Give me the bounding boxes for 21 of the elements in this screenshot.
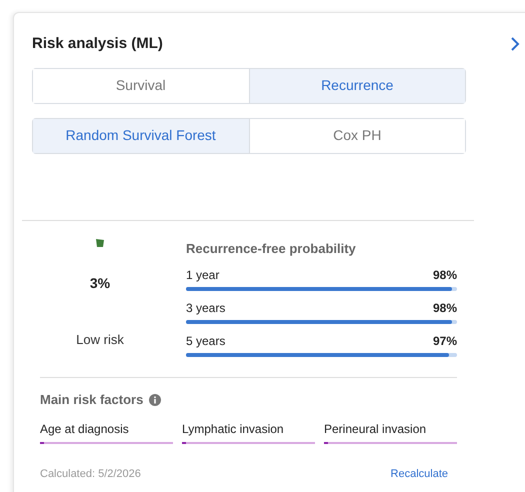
risk-percentage: 3% xyxy=(90,274,110,292)
risk-category: Low risk xyxy=(76,330,124,348)
segment-tab[interactable]: Random Survival Forest xyxy=(33,118,248,152)
probability-value: 97% xyxy=(432,333,457,350)
period-label: 3 years xyxy=(186,300,226,317)
factor-label: Perineural invasion xyxy=(324,420,428,438)
segment-tab[interactable]: Recurrence xyxy=(248,68,465,102)
recalculate-link[interactable]: Recalculate xyxy=(390,466,448,482)
period-label: 5 years xyxy=(186,333,226,350)
section-heading: Recurrence-free probability xyxy=(186,240,357,258)
segment-tab[interactable]: Cox PH xyxy=(248,118,465,152)
chevron-right-icon[interactable] xyxy=(510,36,520,52)
probability-value: 98% xyxy=(432,267,457,284)
info-icon[interactable] xyxy=(149,394,162,406)
period-label: 1 year xyxy=(186,267,220,284)
panel-title: Risk analysis (ML) xyxy=(32,34,163,54)
calculated-date: Calculated: 5/2/2026 xyxy=(40,466,141,482)
probability-value: 98% xyxy=(432,300,457,317)
factor-label: Lymphatic invasion xyxy=(182,420,285,438)
factor-label: Age at diagnosis xyxy=(40,420,130,438)
section-heading: Main risk factors xyxy=(40,391,144,409)
